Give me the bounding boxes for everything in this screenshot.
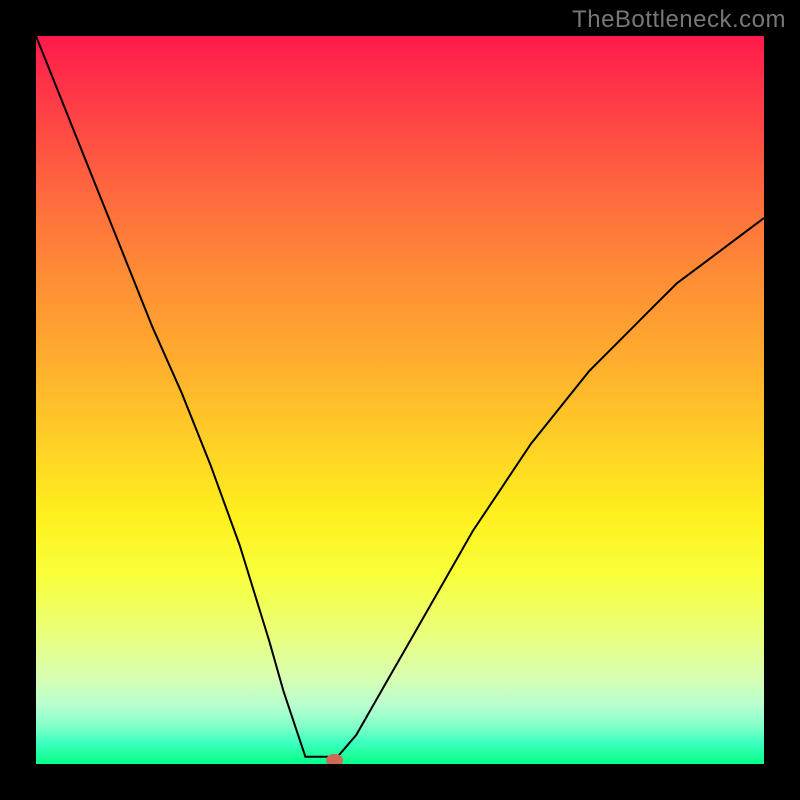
curve-svg <box>36 36 764 764</box>
chart-frame: TheBottleneck.com <box>0 0 800 800</box>
bottleneck-curve <box>36 36 764 760</box>
optimum-marker <box>327 754 343 764</box>
plot-area <box>36 36 764 764</box>
watermark-text: TheBottleneck.com <box>572 6 786 34</box>
